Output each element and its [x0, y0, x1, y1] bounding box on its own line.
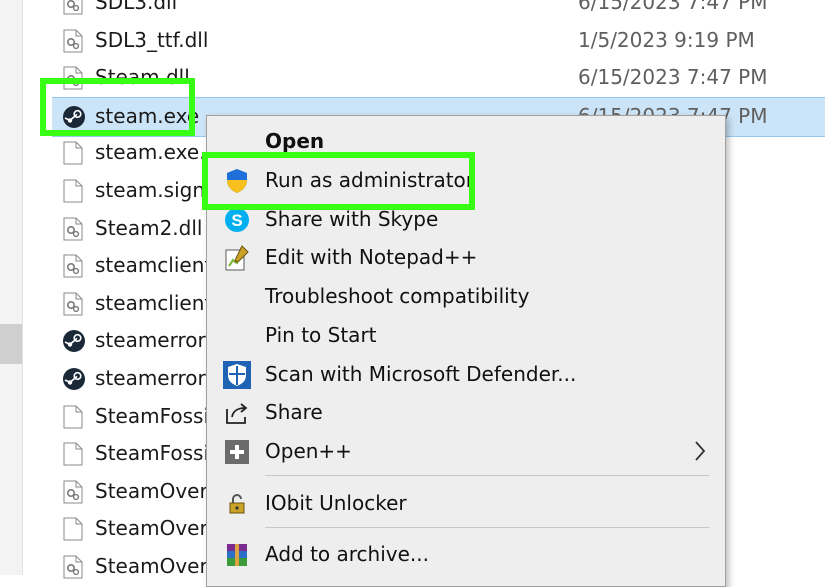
- blank-file-icon: [62, 442, 84, 466]
- steam-icon: [62, 329, 85, 353]
- navigation-scrollbar-thumb[interactable]: [0, 324, 22, 364]
- blank-file-icon: [62, 179, 84, 203]
- dll-file-icon: [62, 292, 84, 316]
- file-name: steam.signa: [95, 178, 218, 202]
- svg-text:S: S: [231, 211, 242, 230]
- context-menu: Open Run as administrator S Share with Skyp…: [206, 115, 726, 587]
- menu-item-pin-to-start[interactable]: Pin to Start: [207, 317, 725, 355]
- blank-file-icon: [62, 517, 84, 541]
- file-name: Steam2.dll: [95, 215, 203, 240]
- menu-item-share-with-skype[interactable]: S Share with Skype: [207, 201, 725, 239]
- share-icon: [223, 399, 251, 427]
- menu-item-label: Run as administrator: [265, 168, 475, 192]
- menu-item-run-as-administrator[interactable]: Run as administrator: [207, 162, 725, 200]
- dll-file-icon: [62, 480, 84, 504]
- menu-item-label: Troubleshoot compatibility: [265, 284, 530, 308]
- menu-separator: [265, 527, 709, 528]
- menu-item-label: Share with Skype: [265, 207, 439, 231]
- dll-file-icon: [62, 217, 84, 241]
- defender-shield-icon: [223, 361, 251, 389]
- file-name: steam.exe: [95, 103, 200, 128]
- chevron-right-icon: [693, 439, 707, 463]
- menu-item-open[interactable]: Open++: [207, 433, 725, 471]
- menu-item-edit-with-notepad[interactable]: Edit with Notepad++: [207, 239, 725, 277]
- file-date-modified: 6/15/2023 7:47 PM: [578, 0, 768, 14]
- file-name: steamerrorr: [95, 328, 214, 353]
- file-name: SDL3_ttf.dll: [95, 27, 209, 52]
- menu-item-label: Open++: [265, 439, 352, 463]
- open-plus-plus-icon: [223, 438, 251, 466]
- menu-item-add-to-archive[interactable]: Add to archive...: [207, 536, 725, 574]
- file-date-modified: 1/5/2023 9:19 PM: [578, 27, 755, 52]
- iobit-unlocker-icon: [223, 490, 251, 518]
- menu-item-label: Add to archive...: [265, 542, 429, 566]
- steam-icon: [62, 105, 85, 129]
- blank-file-icon: [62, 141, 84, 165]
- menu-item-troubleshoot-compatibility[interactable]: Troubleshoot compatibility: [207, 278, 725, 316]
- menu-item-label: Open: [265, 129, 325, 153]
- menu-item-label: IObit Unlocker: [265, 491, 407, 515]
- dll-file-icon: [62, 254, 84, 278]
- file-name: SteamFossil: [95, 441, 215, 466]
- file-name: SteamFossil: [95, 403, 215, 428]
- menu-item-label: Share: [265, 400, 323, 424]
- notepad-plus-plus-icon: [223, 244, 251, 272]
- file-name: Steam.dll: [95, 65, 190, 90]
- file-row[interactable]: Steam.dll 6/15/2023 7:47 PM: [52, 59, 825, 97]
- dll-file-icon: [62, 0, 84, 15]
- menu-item-label: Edit with Notepad++: [265, 245, 478, 269]
- dll-file-icon: [62, 555, 84, 579]
- menu-separator: [265, 475, 709, 476]
- file-row[interactable]: SDL3_ttf.dll 1/5/2023 9:19 PM: [52, 22, 825, 60]
- steam-icon: [62, 367, 85, 391]
- uac-shield-icon: [223, 167, 251, 195]
- menu-item-label: Scan with Microsoft Defender...: [265, 362, 577, 386]
- menu-item-label: Pin to Start: [265, 323, 377, 347]
- winrar-icon: [223, 541, 251, 569]
- file-name: steam.exe.o: [95, 140, 218, 165]
- dll-file-icon: [62, 29, 84, 53]
- menu-item-scan-with-microsoft-defender[interactable]: Scan with Microsoft Defender...: [207, 356, 725, 394]
- file-date-modified: 6/15/2023 7:47 PM: [578, 65, 768, 90]
- blank-file-icon: [62, 405, 84, 429]
- menu-item-iobit-unlocker[interactable]: IObit Unlocker: [207, 485, 725, 523]
- menu-item-open[interactable]: Open: [207, 123, 725, 161]
- file-row[interactable]: SDL3.dll 6/15/2023 7:47 PM: [52, 0, 825, 22]
- file-name: steamerrorr: [95, 366, 214, 390]
- file-name: steamclient.: [95, 253, 219, 278]
- file-name: SDL3.dll: [95, 0, 178, 14]
- dll-file-icon: [62, 66, 84, 90]
- navigation-pane-edge: [0, 0, 23, 575]
- menu-item-share[interactable]: Share: [207, 394, 725, 432]
- skype-icon: S: [223, 206, 251, 234]
